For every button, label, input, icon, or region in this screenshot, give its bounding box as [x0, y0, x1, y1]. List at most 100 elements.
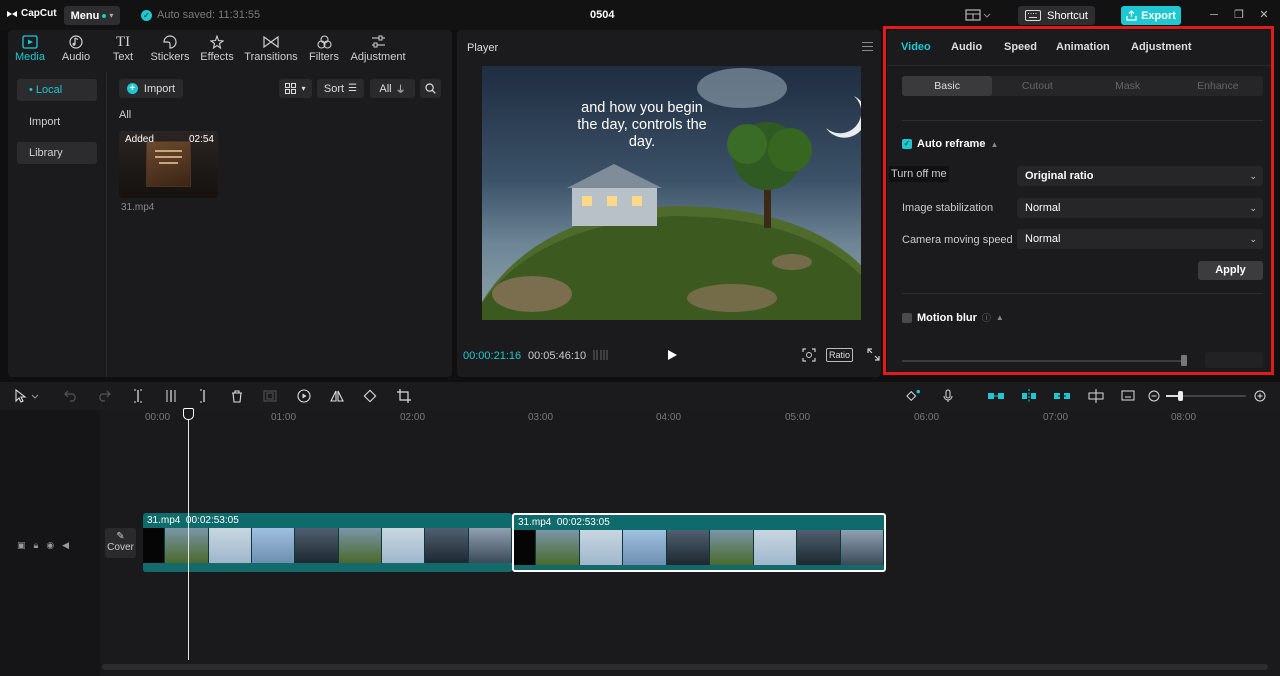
video-preview[interactable]: and how you begin the day, controls the …	[482, 66, 861, 320]
clip-audio-strip	[143, 563, 512, 572]
sidebar-item-label: Library	[29, 147, 63, 159]
timeline-clip[interactable]: 31.mp4 00:02:53:05	[143, 513, 512, 572]
upload-icon	[1126, 10, 1137, 21]
media-clip-thumbnail[interactable]: Added 02:54	[119, 131, 218, 198]
freeze-frame-icon[interactable]	[263, 389, 277, 403]
zoom-slider-handle[interactable]	[1178, 391, 1183, 401]
auto-snap-icon[interactable]	[1020, 389, 1038, 403]
main-track-magnet-icon[interactable]	[987, 389, 1005, 403]
menu-button[interactable]: Menu ▾	[64, 6, 120, 25]
close-icon[interactable]: ✕	[1258, 9, 1270, 21]
player-title: Player	[467, 42, 499, 54]
tab-audio-label: Audio	[61, 51, 91, 63]
plus-icon: +	[126, 83, 138, 94]
lock-icon[interactable]: 🔒︎	[34, 540, 39, 551]
shortcut-button[interactable]: Shortcut	[1018, 6, 1095, 25]
caption-preview-icon[interactable]	[1121, 389, 1135, 403]
sidebar-item-library[interactable]: Library	[17, 142, 97, 164]
time-ruler[interactable]: 00:00 01:00 02:00 03:00 04:00 05:00 06:0…	[100, 410, 1280, 428]
audio-icon	[68, 34, 84, 50]
sidebar-item-local[interactable]: • Local	[17, 79, 97, 101]
tab-effects-label: Effects	[200, 51, 234, 63]
crop-icon[interactable]	[397, 389, 411, 403]
auto-cut-icon[interactable]	[906, 389, 920, 403]
grid-view-icon	[285, 83, 297, 94]
redo-icon[interactable]	[97, 389, 111, 403]
layout-icon[interactable]	[965, 9, 991, 21]
sort-button[interactable]: Sort ☰	[317, 79, 364, 98]
fullscreen-icon[interactable]	[867, 348, 880, 361]
keyboard-icon	[1025, 10, 1042, 21]
linkage-icon[interactable]	[1053, 389, 1071, 403]
highlight-box	[883, 26, 1274, 375]
tab-effects[interactable]: Effects	[194, 30, 240, 66]
search-button[interactable]	[420, 79, 441, 98]
filter-icon: ⏚	[395, 85, 406, 96]
ruler-label: 00:00	[145, 412, 171, 423]
tab-text[interactable]: TI Text	[100, 30, 146, 66]
timeline-clip-selected[interactable]: 31.mp4 00:02:53:05	[512, 513, 886, 572]
menu-notification-dot	[102, 13, 107, 18]
shortcut-label: Shortcut	[1047, 9, 1088, 22]
tab-adjustment[interactable]: Adjustment	[346, 30, 410, 66]
ruler-label: 06:00	[914, 412, 940, 423]
import-button[interactable]: + Import	[119, 79, 183, 98]
tab-transitions-label: Transitions	[244, 51, 298, 63]
play-reverse-icon[interactable]	[297, 389, 311, 403]
clip-preview-image	[146, 141, 191, 187]
tab-audio[interactable]: Audio	[52, 30, 100, 66]
view-mode-button[interactable]: ▾	[279, 79, 312, 98]
ratio-button[interactable]: Ratio	[826, 348, 854, 362]
capcut-logo-icon	[7, 10, 17, 17]
tab-media-label: Media	[15, 51, 45, 63]
tab-transitions[interactable]: Transitions	[240, 30, 302, 66]
zoom-out-icon[interactable]	[1147, 389, 1161, 403]
current-timecode: 00:00:21:16	[463, 350, 522, 362]
timeline[interactable]: 00:00 01:00 02:00 03:00 04:00 05:00 06:0…	[0, 410, 1280, 676]
zoom-in-icon[interactable]	[1253, 389, 1267, 403]
split-icon[interactable]	[131, 389, 145, 403]
playhead[interactable]	[188, 408, 189, 660]
trash-icon[interactable]	[230, 389, 244, 403]
tab-filters[interactable]: Filters	[302, 30, 346, 66]
check-circle-icon: ✓	[141, 9, 152, 21]
effects-icon	[209, 34, 225, 50]
cover-button[interactable]: ✎ Cover	[105, 528, 136, 558]
media-section-label: All	[119, 109, 132, 121]
select-cursor-icon[interactable]	[14, 389, 40, 403]
preview-axis-icon[interactable]	[1087, 389, 1105, 403]
sidebar-item-label: • Local	[29, 84, 63, 96]
chevron-down-icon: ▾	[301, 84, 306, 93]
ruler-label: 05:00	[785, 412, 811, 423]
timeline-view-icon[interactable]	[592, 349, 610, 361]
timeline-scrollbar[interactable]	[102, 664, 1268, 670]
project-title: 0504	[590, 9, 615, 21]
speaker-icon[interactable]: ◀︎	[62, 540, 69, 551]
export-button[interactable]: Export	[1121, 6, 1181, 25]
menu-label: Menu	[70, 9, 100, 22]
restore-icon[interactable]: ❐	[1233, 9, 1245, 21]
delete-left-icon[interactable]	[164, 389, 178, 403]
rotate-icon[interactable]	[363, 389, 377, 403]
track-cover-icon[interactable]: ▣	[17, 540, 26, 551]
undo-icon[interactable]	[64, 389, 78, 403]
eye-icon[interactable]: ◉	[46, 540, 54, 551]
media-sidebar: • Local Import Library	[8, 72, 107, 377]
minimize-icon[interactable]: ─	[1208, 9, 1220, 21]
playhead-handle[interactable]	[183, 408, 194, 420]
mirror-icon[interactable]	[330, 389, 344, 403]
filter-button[interactable]: All ⏚	[370, 79, 415, 98]
delete-right-icon[interactable]	[197, 389, 211, 403]
timeline-toolbar	[0, 382, 1280, 410]
microphone-icon[interactable]	[941, 389, 955, 403]
capcut-logo: CapCut	[6, 8, 57, 19]
sidebar-item-import[interactable]: Import	[17, 111, 97, 133]
fit-screen-icon[interactable]	[802, 348, 816, 362]
tab-media[interactable]: Media	[8, 30, 52, 66]
import-label: Import	[143, 82, 176, 95]
hamburger-menu-icon[interactable]	[862, 42, 873, 54]
tab-stickers[interactable]: Stickers	[146, 30, 194, 66]
play-icon[interactable]	[666, 349, 678, 361]
clip-filmstrip	[514, 530, 884, 565]
sort-label: Sort	[323, 82, 345, 95]
